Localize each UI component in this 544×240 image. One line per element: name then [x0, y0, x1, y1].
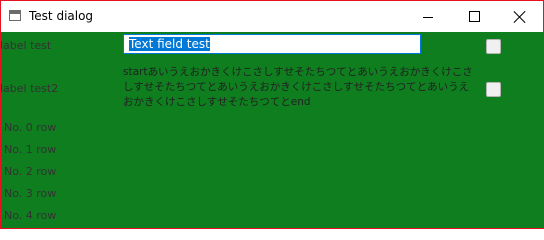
checkbox-1[interactable] — [486, 39, 501, 54]
label-test2: label test2 — [1, 82, 59, 95]
window-title: Test dialog — [29, 9, 94, 23]
dialog-window: Test dialog label test Text field test l… — [0, 0, 544, 229]
title-bar[interactable]: Test dialog — [1, 1, 543, 32]
close-button[interactable] — [497, 1, 543, 32]
row-label-2: No. 2 row — [4, 165, 57, 178]
dialog-content: label test Text field test label test2 s… — [1, 32, 543, 228]
maximize-button[interactable] — [451, 1, 497, 32]
row-label-3: No. 3 row — [4, 187, 57, 200]
window-icon — [9, 10, 21, 21]
row-label-4: No. 4 row — [4, 209, 57, 222]
label-test: label test — [1, 39, 52, 52]
row-label-0: No. 0 row — [4, 121, 57, 134]
checkbox-2[interactable] — [486, 82, 501, 97]
minimize-button[interactable] — [405, 1, 451, 32]
row-label-1: No. 1 row — [4, 143, 57, 156]
multiline-text: startあいうえおかきくけこさしすせそたちつてとあいうえおかきくけこさしすせそ… — [123, 66, 473, 108]
minimize-icon — [423, 17, 433, 18]
close-icon — [514, 11, 526, 23]
text-field[interactable]: Text field test — [123, 34, 421, 54]
text-field-value: Text field test — [129, 37, 210, 51]
maximize-icon — [468, 11, 480, 22]
